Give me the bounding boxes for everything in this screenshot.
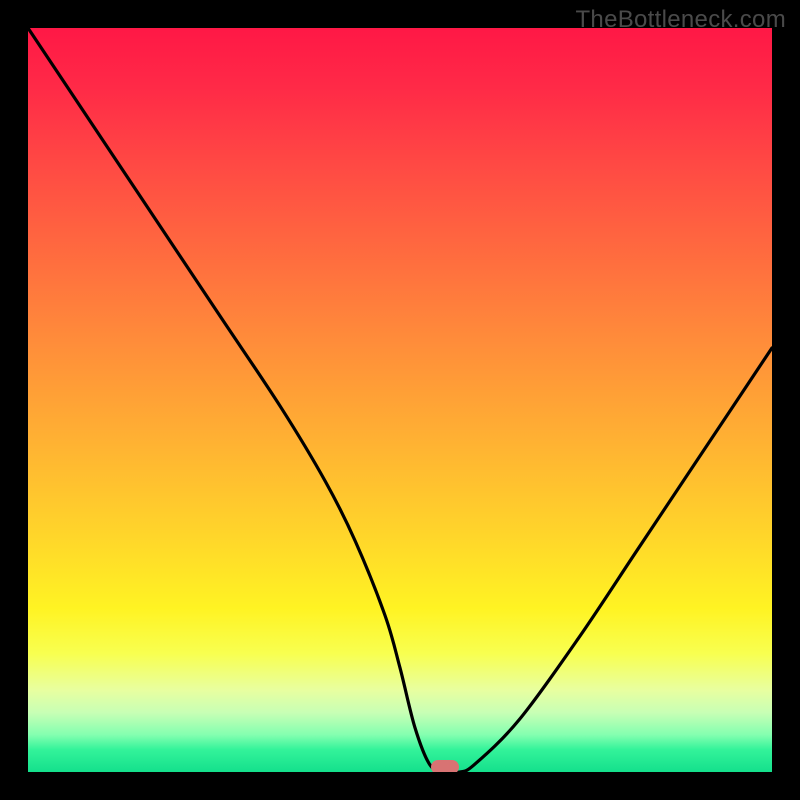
watermark-text: TheBottleneck.com xyxy=(575,6,786,34)
bottleneck-curve xyxy=(28,28,772,772)
chart-frame: TheBottleneck.com xyxy=(0,0,800,800)
optimum-marker xyxy=(431,760,459,772)
curve-path xyxy=(28,28,772,772)
plot-area xyxy=(28,28,772,772)
